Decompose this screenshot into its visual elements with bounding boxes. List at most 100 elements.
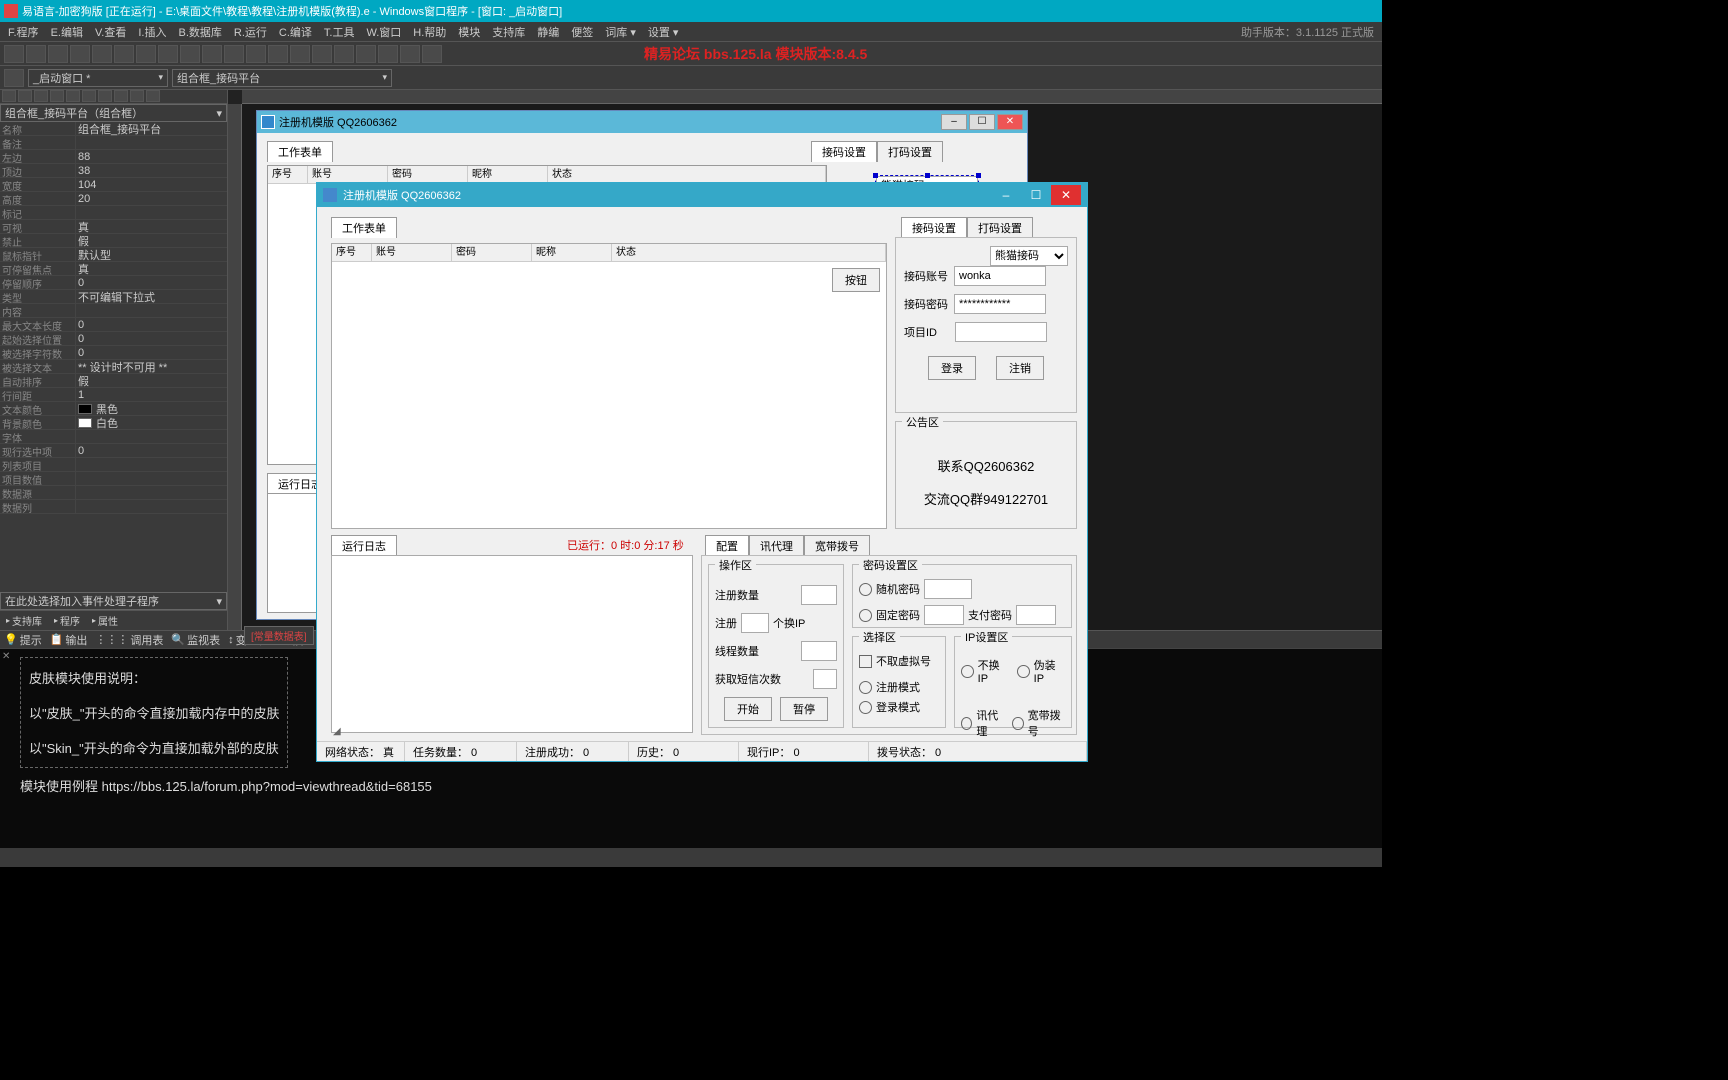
- sms-input[interactable]: [813, 669, 837, 689]
- menu-static[interactable]: 静编: [533, 24, 563, 40]
- menu-run[interactable]: R.运行: [230, 24, 271, 40]
- maximize-button[interactable]: ☐: [969, 114, 995, 130]
- radio-fixed-pwd[interactable]: 固定密码: [859, 607, 920, 623]
- tb-btn[interactable]: [268, 45, 288, 63]
- radio-dial[interactable]: 宽带拨号: [1012, 707, 1065, 739]
- tab-output[interactable]: 📋 输出: [50, 632, 88, 648]
- control-combo[interactable]: 组合框_接码平台: [172, 69, 392, 87]
- tab-xunproxy[interactable]: 讯代理: [749, 535, 804, 556]
- check-no-virtual[interactable]: 不取虚拟号: [859, 653, 939, 669]
- window-combo[interactable]: _启动窗口 *: [28, 69, 168, 87]
- align-btn[interactable]: [146, 90, 160, 102]
- tb-btn[interactable]: [422, 45, 442, 63]
- radio-no-ip[interactable]: 不换IP: [961, 657, 1009, 685]
- property-grid[interactable]: 名称组合框_接码平台备注左边88顶边38宽度104高度20标记可视真禁止假鼠标指…: [0, 122, 227, 592]
- const-table-tab[interactable]: [常量数据表]: [244, 626, 314, 645]
- tab-properties[interactable]: 属性: [86, 613, 124, 628]
- threads-input[interactable]: [801, 641, 837, 661]
- tb-btn[interactable]: [4, 45, 24, 63]
- tab-worksheet[interactable]: 工作表单: [267, 141, 333, 162]
- align-btn[interactable]: [66, 90, 80, 102]
- menu-module[interactable]: 模块: [454, 24, 484, 40]
- menu-help[interactable]: H.帮助: [409, 24, 450, 40]
- pause-button[interactable]: 暂停: [780, 697, 828, 721]
- password-input[interactable]: [954, 294, 1046, 314]
- tab-support-lib[interactable]: 支持库: [0, 613, 48, 628]
- menu-edit[interactable]: E.编辑: [47, 24, 87, 40]
- tab-dial[interactable]: 宽带拨号: [804, 535, 870, 556]
- event-combo[interactable]: 在此处选择加入事件处理子程序: [0, 592, 227, 610]
- tb-btn[interactable]: [158, 45, 178, 63]
- tb-btn[interactable]: [312, 45, 332, 63]
- align-btn[interactable]: [130, 90, 144, 102]
- tb-btn[interactable]: [202, 45, 222, 63]
- tab-worksheet[interactable]: 工作表单: [331, 217, 397, 238]
- start-button[interactable]: 开始: [724, 697, 772, 721]
- radio-random-pwd[interactable]: 随机密码: [859, 581, 920, 597]
- align-btn[interactable]: [98, 90, 112, 102]
- align-btn[interactable]: [50, 90, 64, 102]
- tb-btn[interactable]: [114, 45, 134, 63]
- platform-combo[interactable]: 熊猫接码: [990, 246, 1068, 266]
- menu-lib[interactable]: 支持库: [488, 24, 529, 40]
- radio-reg-mode[interactable]: 注册模式: [859, 679, 939, 695]
- tb-btn[interactable]: [334, 45, 354, 63]
- tb-btn[interactable]: [290, 45, 310, 63]
- align-btn[interactable]: [114, 90, 128, 102]
- tb-btn[interactable]: [4, 69, 24, 87]
- reg-per-ip-input[interactable]: [741, 613, 769, 633]
- tb-btn[interactable]: [378, 45, 398, 63]
- tab-runlog[interactable]: 运行日志: [331, 535, 397, 556]
- close-button[interactable]: ✕: [1051, 185, 1081, 205]
- tb-btn[interactable]: [180, 45, 200, 63]
- tab-dama[interactable]: 打码设置: [877, 141, 943, 162]
- tb-btn[interactable]: [400, 45, 420, 63]
- menu-database[interactable]: B.数据库: [174, 24, 225, 40]
- logout-button[interactable]: 注销: [996, 356, 1044, 380]
- tab-watch[interactable]: 🔍 监视表: [171, 632, 220, 648]
- paypwd-input[interactable]: [1016, 605, 1056, 625]
- tb-btn[interactable]: [26, 45, 46, 63]
- tb-btn[interactable]: [48, 45, 68, 63]
- win2-titlebar[interactable]: 注册机模版 QQ2606362 ‒ ☐ ✕: [317, 183, 1087, 207]
- tb-btn[interactable]: [92, 45, 112, 63]
- prop-object-combo[interactable]: 组合框_接码平台（组合框）: [0, 104, 227, 122]
- action-button[interactable]: 按钮: [832, 268, 880, 292]
- random-pwd-input[interactable]: [924, 579, 972, 599]
- console-close-icon[interactable]: ✕: [2, 651, 10, 662]
- menu-window[interactable]: W.窗口: [362, 24, 405, 40]
- minimize-button[interactable]: ‒: [941, 114, 967, 130]
- fixed-pwd-input[interactable]: [924, 605, 964, 625]
- regcount-input[interactable]: [801, 585, 837, 605]
- menu-insert[interactable]: I.插入: [134, 24, 170, 40]
- tb-btn[interactable]: [246, 45, 266, 63]
- tab-program[interactable]: 程序: [48, 613, 86, 628]
- tab-dama[interactable]: 打码设置: [967, 217, 1033, 238]
- tab-calltable[interactable]: ⋮⋮⋮ 调用表: [95, 632, 163, 648]
- listview[interactable]: 序号 账号 密码 昵称 状态 按钮: [331, 243, 887, 529]
- close-button[interactable]: ✕: [997, 114, 1023, 130]
- radio-xunproxy[interactable]: 讯代理: [961, 707, 1004, 739]
- menu-view[interactable]: V.查看: [91, 24, 130, 40]
- tab-hint[interactable]: 💡 提示: [4, 632, 42, 648]
- align-btn[interactable]: [82, 90, 96, 102]
- menu-tools[interactable]: T.工具: [320, 24, 359, 40]
- menu-dict[interactable]: 词库 ▾: [601, 24, 640, 40]
- tb-btn[interactable]: [224, 45, 244, 63]
- align-btn[interactable]: [2, 90, 16, 102]
- account-input[interactable]: [954, 266, 1046, 286]
- radio-login-mode[interactable]: 登录模式: [859, 699, 939, 715]
- tb-btn[interactable]: [136, 45, 156, 63]
- maximize-button[interactable]: ☐: [1021, 185, 1051, 205]
- tb-btn[interactable]: [70, 45, 90, 63]
- tab-jiema[interactable]: 接码设置: [811, 141, 877, 162]
- project-input[interactable]: [955, 322, 1047, 342]
- tab-jiema[interactable]: 接码设置: [901, 217, 967, 238]
- menu-settings[interactable]: 设置 ▾: [644, 24, 683, 40]
- minimize-button[interactable]: ‒: [991, 185, 1021, 205]
- win1-titlebar[interactable]: 注册机模版 QQ2606362 ‒ ☐ ✕: [257, 111, 1027, 133]
- tab-config[interactable]: 配置: [705, 535, 749, 556]
- menu-compile[interactable]: C.编译: [275, 24, 316, 40]
- align-btn[interactable]: [18, 90, 32, 102]
- radio-fake-ip[interactable]: 伪装IP: [1017, 657, 1065, 685]
